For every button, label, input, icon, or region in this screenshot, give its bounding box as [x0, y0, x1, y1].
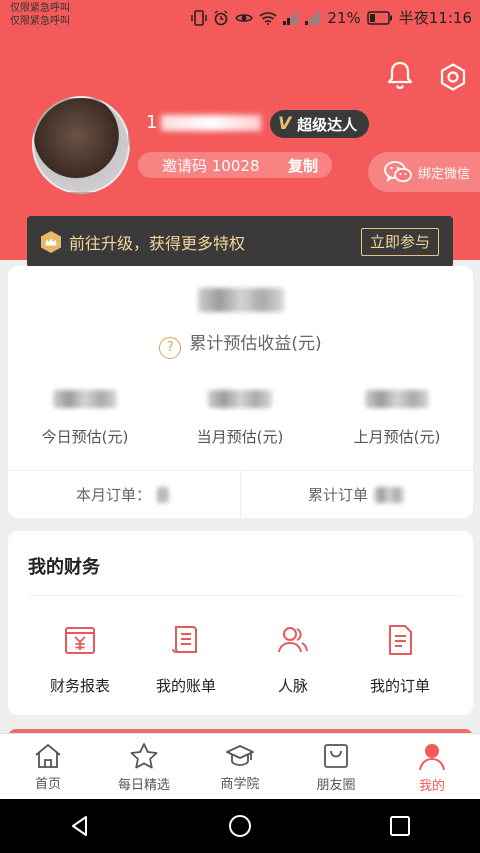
vip-icon: V: [278, 114, 292, 134]
today-value-blurred: [53, 390, 117, 408]
month-orders-label: 本月订单：: [76, 486, 152, 504]
home-circle-icon[interactable]: [227, 813, 253, 839]
my-bill-button[interactable]: 我的账单: [136, 623, 236, 696]
people-icon: [278, 627, 308, 653]
status-icons: 21% 半夜11:16: [191, 7, 472, 28]
tab-academy[interactable]: 商学院: [192, 734, 288, 800]
tab-academy-label: 商学院: [220, 776, 260, 792]
bind-wechat-label: 绑定微信: [418, 166, 471, 182]
orders-divider: [240, 471, 241, 518]
username-prefix: 1: [146, 112, 158, 133]
graduation-cap-icon: [226, 744, 254, 766]
username-blurred: [161, 115, 262, 131]
battery-percent: 21%: [327, 8, 361, 27]
tab-daily-picks[interactable]: 每日精选: [96, 734, 192, 800]
total-earnings-text: 累计预估收益(元): [189, 334, 322, 354]
wechat-icon: [384, 161, 412, 183]
my-orders-label: 我的订单: [369, 677, 430, 695]
help-icon[interactable]: ?: [159, 336, 182, 359]
invite-code-pill: 邀请码 10028 复制: [138, 152, 332, 178]
month-orders-blurred: [157, 486, 170, 503]
tab-moments-label: 朋友圈: [316, 777, 356, 793]
month-estimate: 当月预估(元): [165, 390, 315, 447]
bell-icon[interactable]: [386, 60, 414, 90]
signal-icon: [283, 11, 299, 25]
tab-me[interactable]: 我的: [384, 734, 480, 800]
carrier-text: 仅限紧急呼叫 仅限紧急呼叫: [10, 2, 70, 28]
contacts-button[interactable]: 人脉: [243, 623, 343, 696]
system-nav-bar: [0, 799, 480, 853]
last-month-value-blurred: [365, 390, 429, 408]
bill-icon: [172, 626, 197, 653]
user-icon: [419, 743, 445, 770]
battery-icon: [367, 10, 392, 25]
alarm-icon: [214, 9, 228, 25]
back-icon[interactable]: [68, 814, 92, 838]
invite-code: 邀请码 10028: [162, 156, 260, 175]
clock: 半夜11:16: [398, 9, 472, 27]
finance-report-button[interactable]: 财务报表: [30, 623, 130, 696]
report-icon: [65, 627, 95, 654]
upgrade-text: 前往升级，获得更多特权: [69, 234, 246, 253]
today-estimate: 今日预估(元): [10, 390, 160, 447]
total-orders-label: 累计订单: [308, 486, 369, 504]
tab-home[interactable]: 首页: [0, 734, 96, 800]
contacts-label: 人脉: [277, 677, 308, 695]
finance-card: 我的财务 财务报表 我的账单 人脉 我的订单: [8, 531, 473, 715]
crown-icon: [41, 231, 61, 253]
upgrade-banner[interactable]: 前往升级，获得更多特权 立即参与: [27, 216, 453, 268]
level-badge-label: 超级达人: [297, 115, 358, 134]
status-bar: 仅限紧急呼叫 仅限紧急呼叫 21% 半夜11:16: [0, 0, 480, 32]
carrier-line-2: 仅限紧急呼叫: [10, 16, 70, 27]
shopping-bag-icon: [324, 743, 348, 768]
tab-moments[interactable]: 朋友圈: [288, 734, 384, 800]
earnings-card: ? 累计预估收益(元) 今日预估(元) 当月预估(元) 上月预估(元) 本月订单：…: [8, 266, 473, 518]
total-earnings-blurred: [197, 288, 284, 312]
total-earnings-label: ? 累计预估收益(元): [8, 329, 473, 359]
total-earnings-value: [8, 288, 473, 316]
carrier-line-1: 仅限紧急呼叫: [10, 3, 70, 14]
tab-home-label: 首页: [34, 776, 61, 792]
total-orders[interactable]: 累计订单: [308, 484, 405, 505]
finance-title: 我的财务: [28, 557, 100, 578]
my-bill-label: 我的账单: [155, 677, 216, 695]
level-badge: V 超级达人: [270, 110, 370, 138]
username: 1: [146, 112, 264, 134]
signal-icon-2: [305, 11, 321, 25]
tab-me-label: 我的: [418, 778, 445, 794]
eye-icon: [235, 13, 254, 22]
tab-daily-picks-label: 每日精选: [117, 777, 170, 793]
month-label: 当月预估(元): [196, 428, 284, 446]
last-month-estimate: 上月预估(元): [322, 390, 472, 447]
finance-report-label: 财务报表: [49, 677, 110, 695]
settings-icon[interactable]: [438, 62, 468, 92]
bind-wechat-button[interactable]: 绑定微信: [368, 152, 480, 192]
home-icon: [35, 743, 61, 768]
today-label: 今日预估(元): [41, 428, 129, 446]
month-value-blurred: [208, 390, 272, 408]
copy-button[interactable]: 复制: [288, 155, 332, 176]
join-now-button[interactable]: 立即参与: [360, 228, 439, 256]
order-list-icon: [389, 625, 412, 655]
month-orders[interactable]: 本月订单：: [76, 484, 170, 505]
my-orders-button[interactable]: 我的订单: [350, 623, 450, 696]
recents-icon[interactable]: [388, 814, 412, 838]
wifi-icon: [259, 11, 277, 25]
vibrate-icon: [191, 9, 208, 26]
last-month-label: 上月预估(元): [353, 428, 441, 446]
total-orders-blurred: [374, 486, 405, 503]
finance-separator: [28, 595, 461, 596]
avatar[interactable]: [32, 96, 130, 194]
star-icon: [130, 742, 158, 768]
bottom-tab-bar: 首页 每日精选 商学院 朋友圈 我的: [0, 733, 480, 800]
